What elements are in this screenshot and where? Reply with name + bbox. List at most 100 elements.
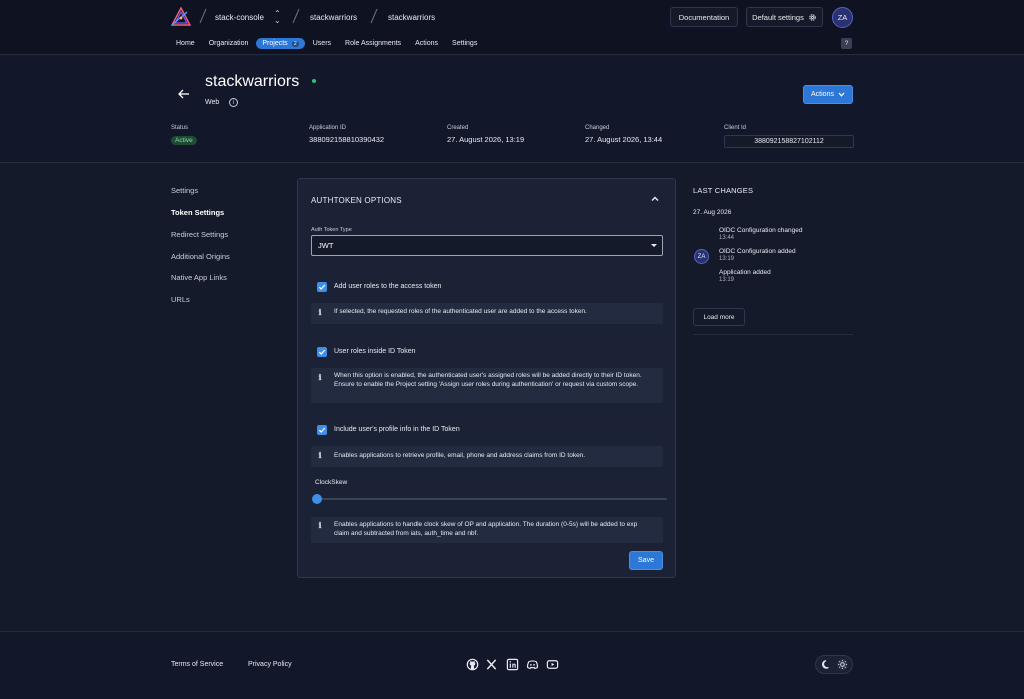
- breadcrumb-separator: [199, 8, 207, 24]
- change-entry: OIDC Configuration changed 13:44: [719, 227, 802, 242]
- arrow-left-icon[interactable]: [177, 87, 191, 101]
- moon-icon[interactable]: [821, 659, 832, 670]
- actions-label: Actions: [811, 91, 834, 98]
- nav-home[interactable]: Home: [170, 38, 201, 49]
- actions-button[interactable]: Actions: [803, 85, 853, 104]
- nav-role-assignments[interactable]: Role Assignments: [339, 38, 407, 49]
- documentation-button[interactable]: Documentation: [670, 7, 738, 27]
- created-value: 27. August 2026, 13:19: [447, 135, 525, 144]
- change-author-avatar: ZA: [694, 249, 709, 264]
- sidebar-item-redirect-settings[interactable]: Redirect Settings: [171, 230, 228, 239]
- change-label: Application added: [719, 269, 771, 276]
- status-dot: [312, 79, 316, 83]
- change-entry: OIDC Configuration added 13:19: [719, 248, 796, 263]
- client-id-label: Client Id: [724, 125, 747, 131]
- sidebar-item-token-settings[interactable]: Token Settings: [171, 208, 224, 217]
- app-type: Web: [205, 99, 220, 106]
- auth-token-type-select[interactable]: JWT: [311, 235, 663, 256]
- linkedin-icon[interactable]: [506, 658, 519, 671]
- info-icon: ℹ: [318, 308, 322, 317]
- projects-count-badge: 2: [291, 40, 299, 47]
- logo-icon[interactable]: [170, 6, 192, 28]
- default-settings-label: Default settings: [752, 12, 804, 22]
- created-label: Created: [447, 125, 469, 131]
- page-title: stackwarriors: [205, 73, 300, 90]
- authtoken-options-card: AUTHTOKEN OPTIONS Auth Token Type JWT Ad…: [297, 178, 676, 578]
- privacy-policy-link[interactable]: Privacy Policy: [248, 661, 292, 668]
- sun-icon[interactable]: [837, 659, 848, 670]
- clockskew-label: ClockSkew: [315, 479, 348, 486]
- info-text: Enables applications to handle clock ske…: [334, 521, 638, 537]
- user-avatar[interactable]: ZA: [832, 7, 853, 28]
- info-text: When this option is enabled, the authent…: [334, 372, 642, 388]
- help-button[interactable]: ?: [841, 38, 852, 49]
- change-entry: Application added 13:19: [719, 269, 771, 284]
- avatar-initials: ZA: [697, 253, 706, 260]
- theme-toggle[interactable]: [815, 655, 853, 674]
- sidebar-item-native-app-links[interactable]: Native App Links: [171, 273, 227, 282]
- change-label: OIDC Configuration changed: [719, 227, 803, 234]
- org-switcher-icon[interactable]: ⌃ ⌄: [274, 10, 281, 25]
- info-text: Enables applications to retrieve profile…: [334, 452, 586, 459]
- change-time: 13:19: [719, 255, 735, 262]
- profile-info-id-token-label: Include user's profile info in the ID To…: [334, 426, 460, 433]
- check-icon: [318, 349, 326, 355]
- save-button[interactable]: Save: [629, 551, 663, 570]
- breadcrumb-org[interactable]: stack-console: [215, 13, 264, 22]
- nav-settings[interactable]: Settings: [446, 38, 483, 49]
- default-settings-button[interactable]: Default settings: [746, 7, 823, 27]
- roles-in-id-token-checkbox[interactable]: [317, 347, 327, 357]
- nav-users[interactable]: Users: [307, 38, 337, 49]
- status-badge: Active: [171, 136, 197, 145]
- check-icon: [318, 284, 326, 290]
- sidebar-item-additional-origins[interactable]: Additional Origins: [171, 252, 230, 261]
- github-icon[interactable]: [466, 658, 479, 671]
- last-changes-date: 27. Aug 2026: [693, 209, 732, 216]
- load-more-label: Load more: [703, 313, 735, 321]
- terms-of-service-link[interactable]: Terms of Service: [171, 661, 223, 668]
- client-id-value: 388092158827102112: [754, 138, 824, 145]
- nav-projects[interactable]: Projects 2: [256, 38, 305, 49]
- clockskew-slider-track[interactable]: [315, 498, 667, 500]
- info-text: If selected, the requested roles of the …: [334, 308, 587, 315]
- info-box: ℹ If selected, the requested roles of th…: [311, 303, 663, 324]
- caret-down-icon: [651, 244, 657, 247]
- info-box: ℹ Enables applications to retrieve profi…: [311, 446, 663, 467]
- nav-organization[interactable]: Organization: [203, 38, 255, 49]
- gear-icon: [809, 13, 816, 21]
- info-icon[interactable]: i: [229, 98, 238, 107]
- roles-in-id-token-label: User roles inside ID Token: [334, 348, 416, 355]
- youtube-icon[interactable]: [546, 658, 559, 671]
- chevron-down-icon: [838, 92, 845, 97]
- breadcrumb-project[interactable]: stackwarriors: [310, 13, 357, 22]
- client-id-field[interactable]: 388092158827102112: [724, 135, 854, 148]
- app-header: [0, 56, 1024, 163]
- help-label: ?: [844, 40, 849, 47]
- info-box: ℹ Enables applications to handle clock s…: [311, 517, 663, 543]
- sidebar-item-urls[interactable]: URLs: [171, 295, 190, 304]
- check-icon: [318, 427, 326, 433]
- changed-value: 27. August 2026, 13:44: [585, 135, 663, 144]
- avatar-initials: ZA: [837, 13, 848, 22]
- info-icon: ℹ: [318, 373, 322, 382]
- profile-info-id-token-checkbox[interactable]: [317, 425, 327, 435]
- discord-icon[interactable]: [526, 658, 539, 671]
- sidebar-item-settings[interactable]: Settings: [171, 186, 198, 195]
- breadcrumb-separator: [292, 8, 300, 24]
- x-icon[interactable]: [485, 658, 498, 671]
- auth-token-type-label: Auth Token Type: [311, 227, 352, 233]
- auth-token-type-value: JWT: [318, 241, 334, 250]
- change-time: 13:19: [719, 276, 735, 283]
- clockskew-slider-thumb[interactable]: [312, 494, 322, 504]
- chevron-up-icon[interactable]: [650, 194, 660, 204]
- load-more-button[interactable]: Load more: [693, 308, 745, 326]
- divider: [693, 334, 853, 335]
- add-roles-access-token-label: Add user roles to the access token: [334, 283, 442, 290]
- app-id-value: 388092158810390432: [309, 135, 385, 144]
- nav-actions[interactable]: Actions: [409, 38, 444, 49]
- save-label: Save: [638, 557, 654, 564]
- add-roles-access-token-checkbox[interactable]: [317, 282, 327, 292]
- main-nav: Home Organization Projects 2 Users Role …: [170, 36, 483, 51]
- breadcrumb-app[interactable]: stackwarriors: [388, 13, 435, 22]
- top-bar: [0, 0, 1024, 55]
